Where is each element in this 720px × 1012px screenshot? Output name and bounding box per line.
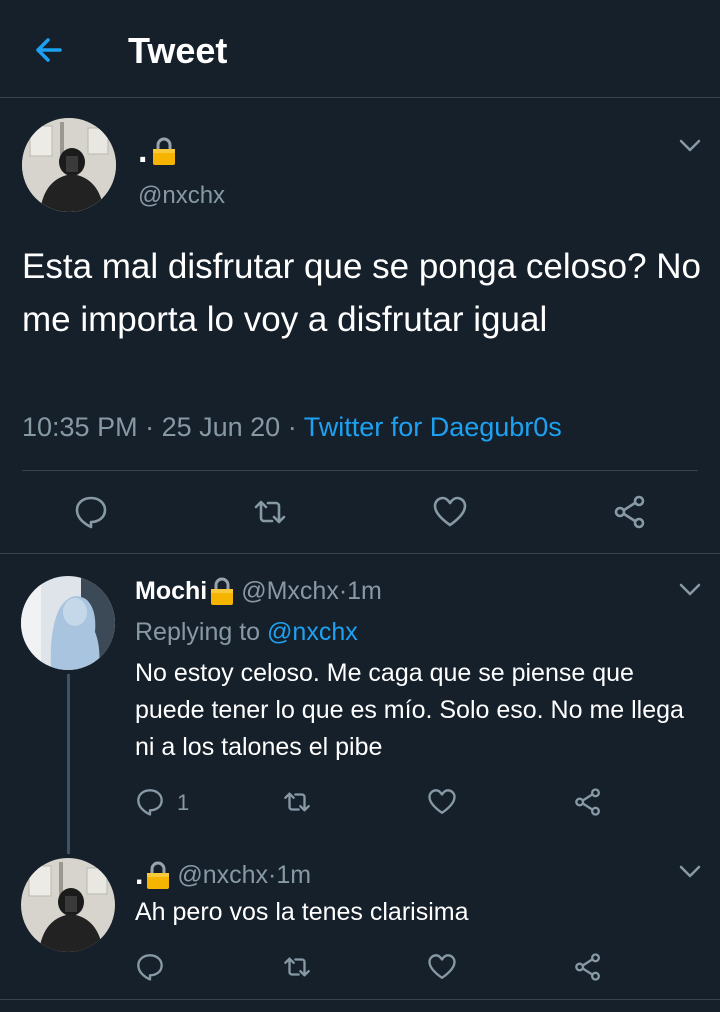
reply-icon[interactable] bbox=[73, 494, 109, 530]
replying-prefix: Replying to bbox=[135, 618, 268, 646]
divider bbox=[0, 999, 720, 1000]
display-name[interactable]: . bbox=[135, 858, 143, 892]
tweet-source-link[interactable]: Twitter for Daegubr0s bbox=[304, 412, 562, 442]
lock-icon bbox=[211, 577, 234, 605]
tweet-time: 10:35 PM bbox=[22, 412, 138, 442]
reply-header: Mochi @Mxchx · 1m bbox=[135, 576, 382, 606]
page-title: Tweet bbox=[128, 30, 228, 71]
display-name[interactable]: . bbox=[138, 134, 147, 168]
meta-separator: · bbox=[137, 412, 162, 442]
replying-to-link[interactable]: @nxchx bbox=[267, 618, 358, 646]
lock-icon bbox=[147, 861, 170, 889]
share-icon[interactable] bbox=[612, 494, 648, 530]
avatar[interactable] bbox=[21, 858, 115, 952]
header-separator: · bbox=[338, 576, 348, 605]
replying-to: Replying to @nxchx bbox=[135, 618, 358, 647]
author-handle[interactable]: @nxchx bbox=[177, 861, 268, 890]
tweet-text: Esta mal disfrutar que se ponga celoso? … bbox=[22, 247, 701, 339]
reply-time: 1m bbox=[276, 860, 312, 889]
main-tweet: . @nxchx Esta mal disfrutar que se ponga… bbox=[0, 98, 720, 554]
chevron-down-icon[interactable] bbox=[678, 138, 702, 154]
avatar-photo bbox=[21, 576, 115, 670]
top-bar: Tweet bbox=[0, 0, 720, 98]
author-handle[interactable]: @nxchx bbox=[138, 182, 225, 210]
tweet-meta: 10:35 PM · 25 Jun 20 · Twitter for Daegu… bbox=[22, 412, 562, 443]
reply-tweet[interactable]: . @nxchx · 1m Ah pero vos la tenes clari… bbox=[0, 854, 720, 999]
meta-separator: · bbox=[280, 412, 304, 442]
avatar-photo bbox=[22, 118, 116, 212]
retweet-icon[interactable] bbox=[282, 787, 312, 817]
retweet-icon[interactable] bbox=[282, 952, 312, 982]
header-separator: · bbox=[268, 860, 277, 889]
chevron-down-icon[interactable] bbox=[678, 864, 702, 880]
divider bbox=[22, 470, 698, 471]
reply-text: No estoy celoso. Me caga que se piense q… bbox=[135, 659, 684, 761]
author-name-row: . bbox=[138, 134, 177, 168]
like-icon[interactable] bbox=[427, 787, 457, 817]
display-name[interactable]: Mochi bbox=[135, 577, 207, 606]
tweet-detail-screen: Tweet . @nxchx Esta mal disfrutar que se… bbox=[0, 0, 720, 1012]
reply-header: . @nxchx · 1m bbox=[135, 858, 311, 892]
lock-icon bbox=[153, 137, 176, 165]
share-icon[interactable] bbox=[573, 787, 603, 817]
avatar-photo bbox=[21, 858, 115, 952]
reply-count: 1 bbox=[177, 790, 190, 815]
reply-icon[interactable] bbox=[135, 787, 165, 817]
avatar[interactable] bbox=[21, 576, 115, 670]
retweet-icon[interactable] bbox=[252, 494, 288, 530]
share-icon[interactable] bbox=[573, 952, 603, 982]
reply-time: 1m bbox=[347, 576, 382, 605]
chevron-down-icon[interactable] bbox=[678, 582, 702, 598]
reply-icon[interactable] bbox=[135, 952, 165, 982]
avatar[interactable] bbox=[22, 118, 116, 212]
reply-text: Ah pero vos la tenes clarisima bbox=[135, 898, 469, 926]
author-handle[interactable]: @Mxchx bbox=[241, 577, 339, 606]
reply-tweet[interactable]: Mochi @Mxchx · 1m Replying to @nxchx No … bbox=[0, 554, 720, 854]
arrow-left-icon[interactable] bbox=[30, 32, 66, 68]
like-icon[interactable] bbox=[427, 952, 457, 982]
like-icon[interactable] bbox=[432, 494, 468, 530]
tweet-date: 25 Jun 20 bbox=[161, 412, 281, 442]
